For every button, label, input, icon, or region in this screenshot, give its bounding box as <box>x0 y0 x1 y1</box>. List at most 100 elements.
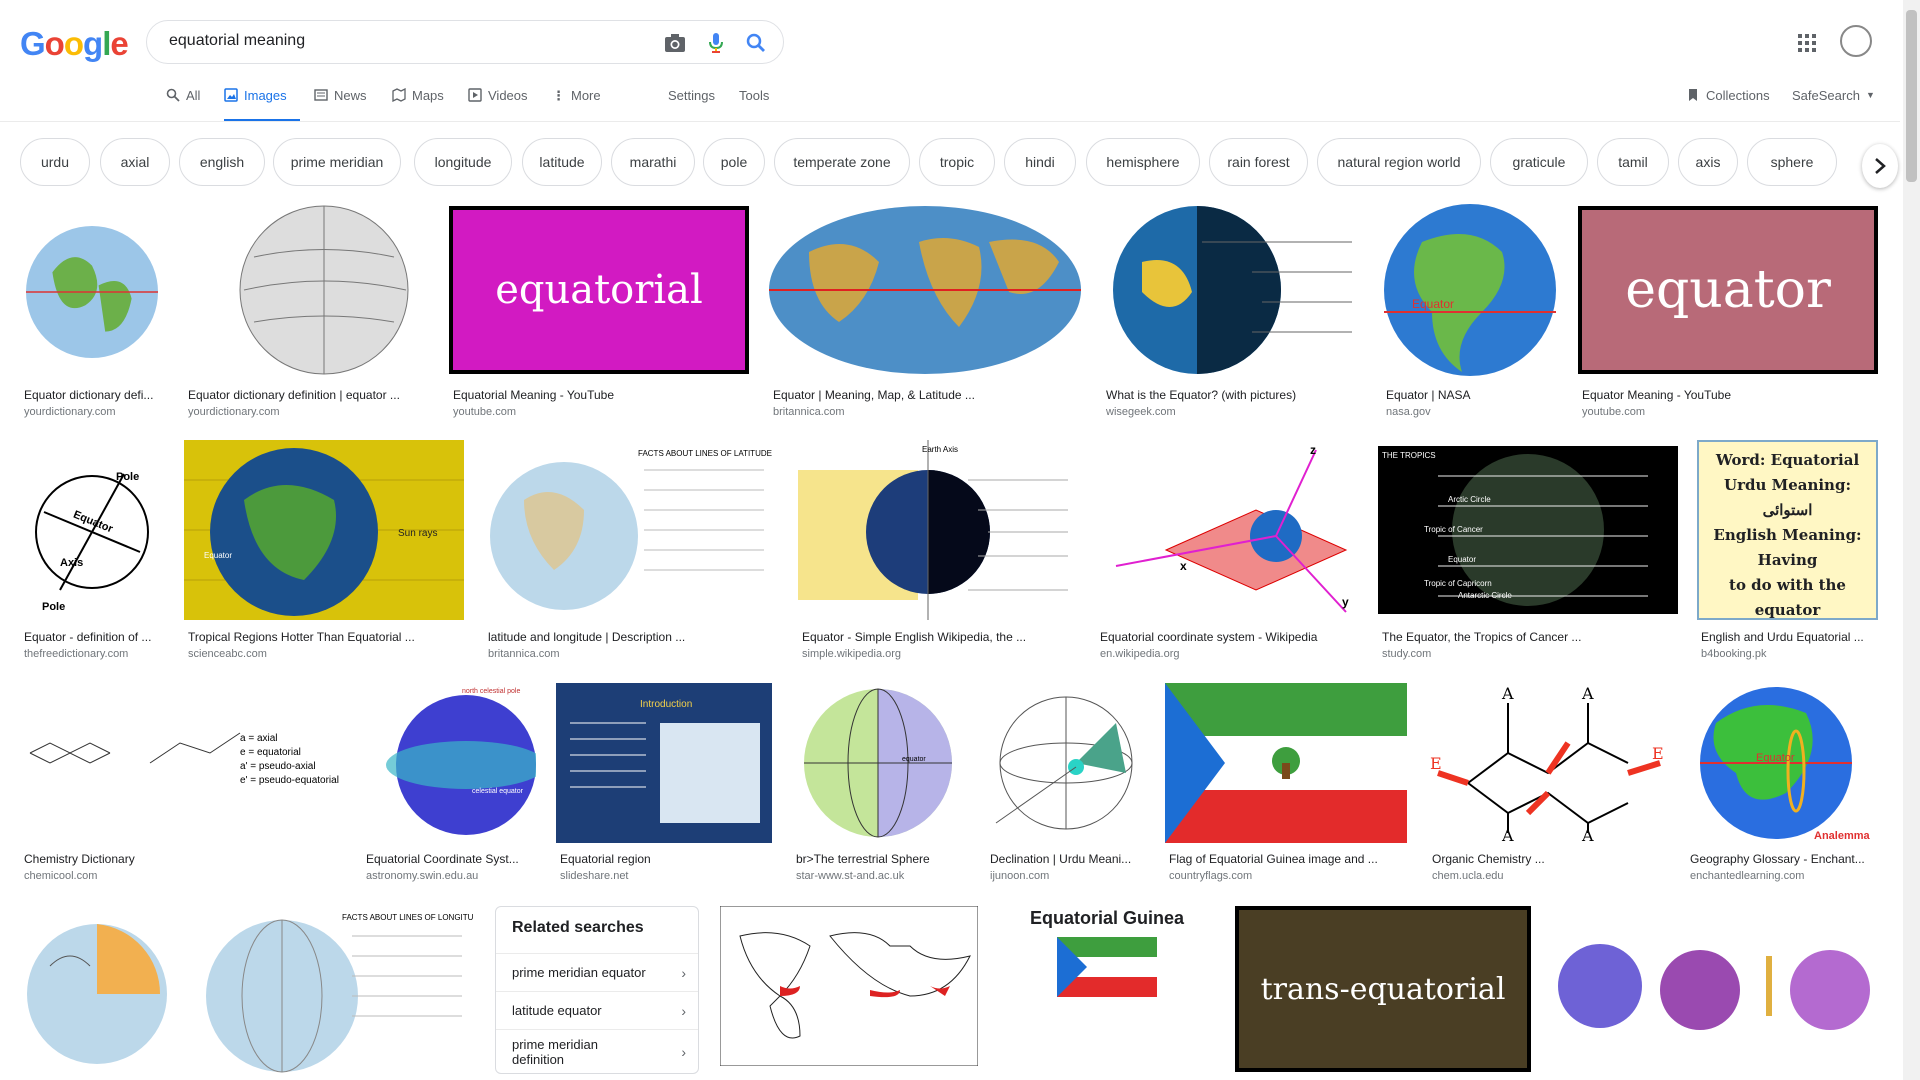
result-title[interactable]: Chemistry Dictionary <box>24 852 339 866</box>
image-result[interactable]: equatorial Equatorial Meaning - YouTube yo… <box>449 206 749 424</box>
chip[interactable]: urdu <box>20 138 90 186</box>
result-thumbnail[interactable]: Pole Equator Axis Pole <box>20 440 165 620</box>
tab-news[interactable]: News <box>314 88 367 122</box>
image-result[interactable]: Equatorial Guinea <box>998 906 1216 1076</box>
result-title[interactable]: What is the Equator? (with pictures) <box>1106 388 1360 402</box>
scrollbar[interactable] <box>1903 0 1920 1080</box>
image-result[interactable]: Equator dictionary defi... yourdictionary… <box>20 202 165 424</box>
chip[interactable]: hindi <box>1004 138 1076 186</box>
result-thumbnail[interactable]: equator <box>792 683 966 843</box>
related-item[interactable]: prime meridian equator › <box>496 953 698 991</box>
chip[interactable]: graticule <box>1490 138 1588 186</box>
tab-more[interactable]: ⋮ More <box>552 88 601 122</box>
image-result[interactable]: Equator | Meaning, Map, & Latitude ... br… <box>769 202 1082 424</box>
image-result[interactable]: FACTS ABOUT LINES OF LONGITUDE <box>192 906 474 1076</box>
result-title[interactable]: Tropical Regions Hotter Than Equatorial … <box>188 630 460 644</box>
result-thumbnail[interactable] <box>20 202 165 378</box>
image-result[interactable]: Earth Axis Equator - Simple English Wikip… <box>798 440 1076 666</box>
result-thumbnail[interactable]: THE TROPICS Arctic Circle Tropic of Cancer… <box>1378 446 1678 614</box>
result-thumbnail[interactable]: a = axial e = equatorial a' = pseudo-axial… <box>20 683 343 843</box>
result-title[interactable]: latitude and longitude | Description ... <box>488 630 776 644</box>
result-thumbnail[interactable] <box>720 906 978 1066</box>
apps-grid-icon[interactable] <box>1796 32 1818 54</box>
image-result[interactable] <box>1550 906 1878 1074</box>
image-result[interactable]: north celestial pole celestial equator Equ… <box>362 683 536 888</box>
result-title[interactable]: Equatorial Meaning - YouTube <box>453 388 745 402</box>
result-title[interactable]: Flag of Equatorial Guinea image and ... <box>1169 852 1403 866</box>
image-result[interactable]: Equator Equator | NASA nasa.gov <box>1382 202 1559 424</box>
image-result[interactable] <box>720 906 978 1066</box>
result-title[interactable]: Equator | Meaning, Map, & Latitude ... <box>773 388 1078 402</box>
tab-maps[interactable]: Maps <box>392 87 444 122</box>
result-thumbnail[interactable] <box>986 683 1146 843</box>
result-thumbnail[interactable]: Word: Equatorial Urdu Meaning: استوائی Eng… <box>1697 440 1878 620</box>
avatar[interactable] <box>1840 25 1872 57</box>
image-result[interactable]: Word: Equatorial Urdu Meaning: استوائی Eng… <box>1697 440 1878 666</box>
chip[interactable]: marathi <box>611 138 695 186</box>
result-thumbnail[interactable] <box>184 202 430 378</box>
result-title[interactable]: Equatorial coordinate system - Wikipedia <box>1100 630 1354 644</box>
image-result[interactable]: THE TROPICS Arctic Circle Tropic of Cancer… <box>1378 446 1678 666</box>
image-result[interactable]: Equator Analemma Geography Glossary - Ench… <box>1686 683 1878 888</box>
image-result[interactable]: trans-equatorial <box>1235 906 1531 1072</box>
image-result[interactable]: z y x Equatorial coordinate system - Wikipe… <box>1096 440 1358 666</box>
result-thumbnail[interactable]: trans-equatorial <box>1235 906 1531 1072</box>
result-title[interactable]: Declination | Urdu Meani... <box>990 852 1142 866</box>
image-result[interactable]: Declination | Urdu Meani... ijunoon.com <box>986 683 1146 888</box>
result-thumbnail[interactable]: Equatorial Guinea <box>998 906 1216 1076</box>
chip[interactable]: tropic <box>919 138 995 186</box>
result-thumbnail[interactable]: equatorial <box>449 206 749 374</box>
chip[interactable]: rain forest <box>1209 138 1308 186</box>
image-result[interactable] <box>20 906 174 1076</box>
result-thumbnail[interactable]: FACTS ABOUT LINES OF LATITUDE <box>484 440 780 620</box>
chip[interactable]: pole <box>703 138 765 186</box>
result-title[interactable]: Equator | NASA <box>1386 388 1555 402</box>
chip[interactable]: hemisphere <box>1086 138 1200 186</box>
result-title[interactable]: Geography Glossary - Enchant... <box>1690 852 1874 866</box>
result-thumbnail[interactable]: Introduction <box>556 683 772 843</box>
image-result[interactable]: equator br>The terrestrial Sphere star-www… <box>792 683 966 888</box>
image-result[interactable]: Pole Equator Axis Pole Equator - definition … <box>20 440 165 666</box>
result-title[interactable]: Equator - Simple English Wikipedia, the … <box>802 630 1072 644</box>
chip[interactable]: natural region world <box>1317 138 1481 186</box>
search-box[interactable] <box>146 20 784 64</box>
tab-images[interactable]: Images <box>224 88 300 122</box>
result-thumbnail[interactable]: FACTS ABOUT LINES OF LONGITUDE <box>192 906 474 1076</box>
image-result[interactable]: Sun rays Equator Tropical Regions Hotter T… <box>184 440 464 666</box>
chip[interactable]: prime meridian <box>273 138 401 186</box>
result-title[interactable]: Equatorial region <box>560 852 768 866</box>
result-thumbnail[interactable]: A A E E A A <box>1428 683 1666 843</box>
result-thumbnail[interactable] <box>1165 683 1407 843</box>
mic-icon[interactable] <box>704 31 728 55</box>
result-thumbnail[interactable]: equator <box>1578 206 1878 374</box>
image-result[interactable]: a = axial e = equatorial a' = pseudo-axial… <box>20 683 343 888</box>
result-thumbnail[interactable]: north celestial pole celestial equator <box>362 683 536 843</box>
result-title[interactable]: br>The terrestrial Sphere <box>796 852 962 866</box>
chip[interactable]: axial <box>100 138 170 186</box>
result-thumbnail[interactable]: z y x <box>1096 440 1358 620</box>
result-thumbnail[interactable] <box>1550 906 1878 1074</box>
chevron-right-icon[interactable] <box>1862 144 1898 188</box>
result-thumbnail[interactable] <box>1102 202 1364 378</box>
search-input[interactable] <box>167 31 631 51</box>
image-result[interactable]: Equator dictionary definition | equator … <box>184 202 430 424</box>
search-icon[interactable] <box>744 31 768 55</box>
result-title[interactable]: Equator dictionary definition | equator … <box>188 388 426 402</box>
result-thumbnail[interactable]: Equator Analemma <box>1686 683 1878 843</box>
result-thumbnail[interactable] <box>20 906 174 1076</box>
result-title[interactable]: The Equator, the Tropics of Cancer ... <box>1382 630 1674 644</box>
scrollbar-thumb[interactable] <box>1906 10 1917 182</box>
tab-tools[interactable]: Tools <box>739 88 769 122</box>
image-result[interactable]: Flag of Equatorial Guinea image and ... c… <box>1165 683 1407 888</box>
chip[interactable]: latitude <box>522 138 602 186</box>
safesearch-dropdown[interactable]: SafeSearch ▼ <box>1792 88 1875 122</box>
related-item[interactable]: latitude equator › <box>496 991 698 1029</box>
result-title[interactable]: Equator Meaning - YouTube <box>1582 388 1874 402</box>
tab-settings[interactable]: Settings <box>668 88 715 122</box>
result-thumbnail[interactable]: Equator <box>1382 202 1559 378</box>
result-title[interactable]: Equatorial Coordinate Syst... <box>366 852 532 866</box>
tab-videos[interactable]: Videos <box>468 88 528 122</box>
result-thumbnail[interactable]: Sun rays Equator <box>184 440 464 620</box>
chip[interactable]: longitude <box>414 138 512 186</box>
result-title[interactable]: Equator - definition of ... <box>24 630 161 644</box>
